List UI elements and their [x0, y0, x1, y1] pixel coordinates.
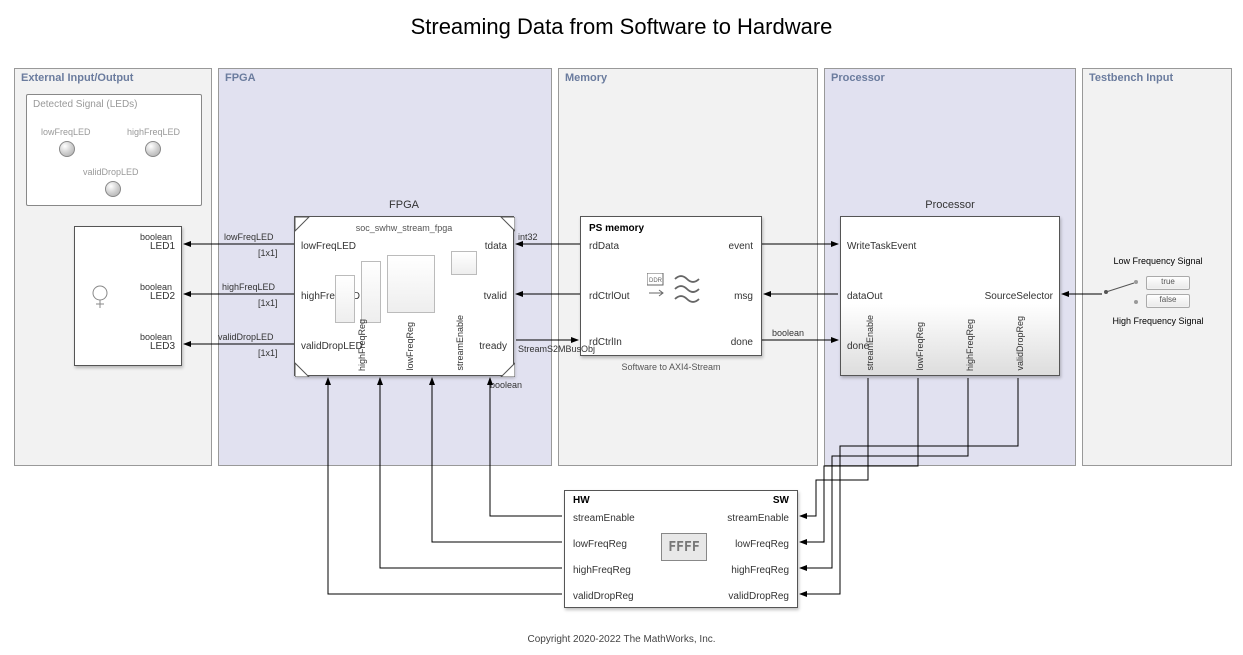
copyright: Copyright 2020-2022 The MathWorks, Inc. [0, 634, 1243, 645]
svg-text:[1x1]: [1x1] [258, 298, 278, 308]
svg-text:lowFreqLED: lowFreqLED [224, 232, 274, 242]
svg-text:boolean: boolean [490, 380, 522, 390]
page-title: Streaming Data from Software to Hardware [0, 0, 1243, 48]
signal-lines: lowFreqLED [1x1] boolean highFreqLED [1x… [0, 48, 1243, 628]
svg-text:boolean: boolean [140, 232, 172, 242]
svg-text:validDropLED: validDropLED [218, 332, 274, 342]
svg-text:[1x1]: [1x1] [258, 348, 278, 358]
svg-text:boolean: boolean [772, 328, 804, 338]
svg-text:boolean: boolean [140, 282, 172, 292]
svg-text:int32: int32 [518, 232, 538, 242]
svg-text:[1x1]: [1x1] [258, 248, 278, 258]
diagram-canvas: External Input/Output FPGA Memory Proces… [0, 48, 1243, 628]
svg-text:highFreqLED: highFreqLED [222, 282, 276, 292]
svg-text:boolean: boolean [140, 332, 172, 342]
svg-text:StreamS2MBusObj: StreamS2MBusObj [518, 344, 595, 354]
